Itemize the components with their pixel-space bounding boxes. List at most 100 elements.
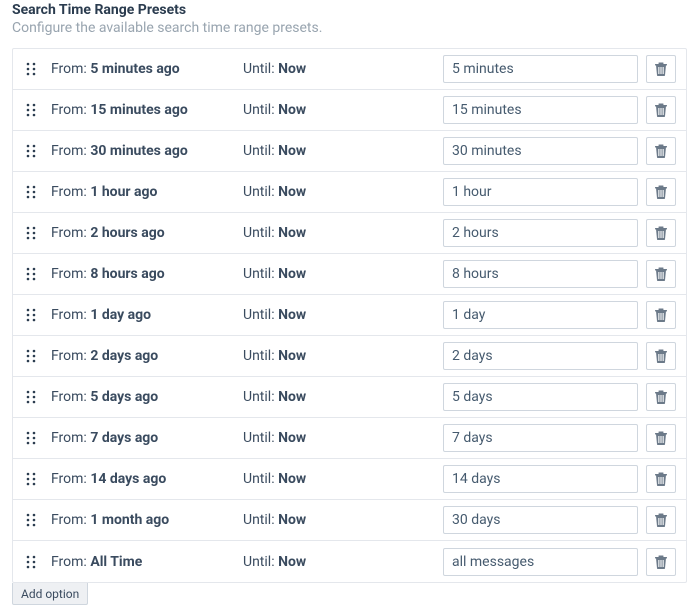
from-value: 30 minutes ago	[90, 143, 187, 159]
delete-button[interactable]	[646, 465, 676, 493]
drag-handle-icon[interactable]	[17, 472, 45, 486]
until-cell: Until: Now	[243, 307, 443, 323]
trash-icon	[655, 267, 667, 281]
from-label: From:	[51, 102, 87, 118]
drag-handle-icon[interactable]	[17, 185, 45, 199]
from-cell: From: 14 days ago	[45, 471, 243, 487]
preset-label-input[interactable]	[443, 260, 638, 288]
label-cell	[443, 301, 646, 329]
preset-label-input[interactable]	[443, 219, 638, 247]
delete-button[interactable]	[646, 548, 676, 576]
until-value: Now	[278, 225, 306, 241]
drag-handle-icon[interactable]	[17, 103, 45, 117]
trash-icon	[655, 472, 667, 486]
page-title: Search Time Range Presets	[12, 2, 687, 18]
delete-button[interactable]	[646, 96, 676, 124]
delete-button[interactable]	[646, 424, 676, 452]
until-value: Now	[278, 143, 306, 159]
preset-label-input[interactable]	[443, 55, 638, 83]
preset-row: From: 1 month agoUntil: Now	[13, 500, 686, 541]
trash-icon	[655, 226, 667, 240]
drag-handle-icon[interactable]	[17, 62, 45, 76]
drag-handle-icon[interactable]	[17, 226, 45, 240]
from-cell: From: 2 hours ago	[45, 225, 243, 241]
from-cell: From: All Time	[45, 554, 243, 570]
drag-handle-icon[interactable]	[17, 431, 45, 445]
preset-label-input[interactable]	[443, 424, 638, 452]
label-cell	[443, 178, 646, 206]
drag-handle-icon[interactable]	[17, 308, 45, 322]
delete-button[interactable]	[646, 219, 676, 247]
until-label: Until:	[243, 430, 275, 446]
label-cell	[443, 342, 646, 370]
delete-button[interactable]	[646, 137, 676, 165]
delete-button[interactable]	[646, 301, 676, 329]
from-label: From:	[51, 554, 87, 570]
until-cell: Until: Now	[243, 61, 443, 77]
until-cell: Until: Now	[243, 348, 443, 364]
preset-label-input[interactable]	[443, 301, 638, 329]
add-option-button[interactable]: Add option	[12, 583, 88, 605]
until-value: Now	[278, 348, 306, 364]
from-label: From:	[51, 61, 87, 77]
trash-icon	[655, 513, 667, 527]
until-label: Until:	[243, 225, 275, 241]
label-cell	[443, 219, 646, 247]
from-cell: From: 1 hour ago	[45, 184, 243, 200]
label-cell	[443, 55, 646, 83]
from-value: 1 month ago	[90, 512, 169, 528]
from-label: From:	[51, 225, 87, 241]
drag-handle-icon[interactable]	[17, 555, 45, 569]
until-cell: Until: Now	[243, 184, 443, 200]
preset-label-input[interactable]	[443, 506, 638, 534]
until-cell: Until: Now	[243, 143, 443, 159]
preset-row: From: 30 minutes agoUntil: Now	[13, 131, 686, 172]
from-cell: From: 5 minutes ago	[45, 61, 243, 77]
preset-label-input[interactable]	[443, 465, 638, 493]
from-value: 15 minutes ago	[90, 102, 187, 118]
from-value: 5 minutes ago	[90, 61, 179, 77]
from-cell: From: 1 month ago	[45, 512, 243, 528]
drag-handle-icon[interactable]	[17, 267, 45, 281]
until-label: Until:	[243, 102, 275, 118]
preset-label-input[interactable]	[443, 178, 638, 206]
preset-label-input[interactable]	[443, 342, 638, 370]
from-value: 5 days ago	[90, 389, 158, 405]
preset-label-input[interactable]	[443, 137, 638, 165]
preset-label-input[interactable]	[443, 383, 638, 411]
preset-label-input[interactable]	[443, 96, 638, 124]
delete-button[interactable]	[646, 55, 676, 83]
until-cell: Until: Now	[243, 102, 443, 118]
until-value: Now	[278, 61, 306, 77]
delete-button[interactable]	[646, 383, 676, 411]
preset-label-input[interactable]	[443, 548, 638, 576]
preset-row: From: 1 hour agoUntil: Now	[13, 172, 686, 213]
until-cell: Until: Now	[243, 225, 443, 241]
until-label: Until:	[243, 512, 275, 528]
from-value: 8 hours ago	[90, 266, 164, 282]
delete-button[interactable]	[646, 342, 676, 370]
from-cell: From: 30 minutes ago	[45, 143, 243, 159]
until-label: Until:	[243, 143, 275, 159]
trash-icon	[655, 308, 667, 322]
trash-icon	[655, 103, 667, 117]
until-label: Until:	[243, 554, 275, 570]
trash-icon	[655, 431, 667, 445]
drag-handle-icon[interactable]	[17, 513, 45, 527]
drag-handle-icon[interactable]	[17, 349, 45, 363]
until-label: Until:	[243, 61, 275, 77]
drag-handle-icon[interactable]	[17, 390, 45, 404]
until-label: Until:	[243, 266, 275, 282]
from-value: All Time	[90, 554, 142, 570]
from-label: From:	[51, 389, 87, 405]
until-value: Now	[278, 184, 306, 200]
from-value: 14 days ago	[90, 471, 166, 487]
until-cell: Until: Now	[243, 266, 443, 282]
from-cell: From: 7 days ago	[45, 430, 243, 446]
until-value: Now	[278, 266, 306, 282]
delete-button[interactable]	[646, 178, 676, 206]
delete-button[interactable]	[646, 260, 676, 288]
drag-handle-icon[interactable]	[17, 144, 45, 158]
delete-button[interactable]	[646, 506, 676, 534]
page-description: Configure the available search time rang…	[12, 20, 687, 36]
